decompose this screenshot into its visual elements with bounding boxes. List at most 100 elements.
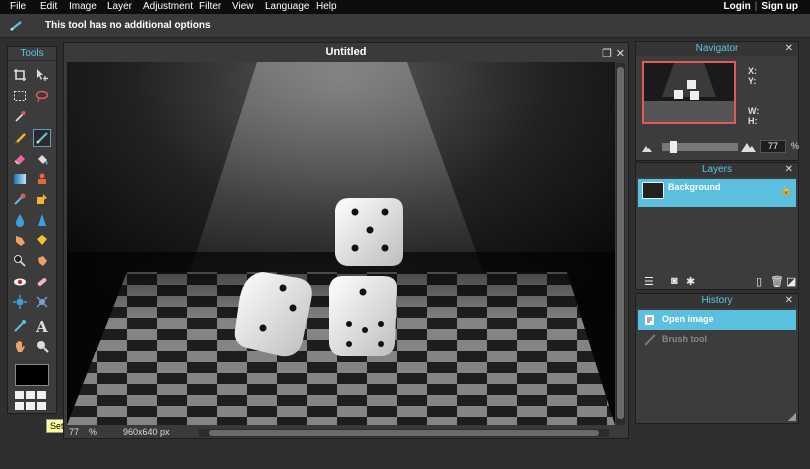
document-titlebar: Untitled ❐ ✕ [64, 43, 628, 61]
document-title: Untitled [325, 46, 367, 58]
layer-properties-icon[interactable]: ☰ [644, 275, 654, 288]
image-dimensions: 960x640 px [123, 427, 170, 437]
navigator-panel: Navigator ✕ X: Y: W: H: 77 % [635, 41, 799, 161]
color-picker-tool[interactable] [11, 317, 29, 335]
menu-edit[interactable]: Edit [40, 1, 57, 12]
dodge-tool[interactable] [11, 252, 29, 270]
menu-adjustment[interactable]: Adjustment [143, 1, 193, 12]
blur-tool[interactable] [11, 211, 29, 229]
clone-stamp-icon [38, 173, 46, 184]
x-label: X: [748, 66, 757, 76]
zoom-value[interactable]: 77 [69, 427, 79, 437]
layer-thumbnail [642, 182, 664, 199]
close-window-icon[interactable]: ✕ [616, 45, 625, 63]
history-item-open-image[interactable]: Open image [638, 310, 796, 330]
layer-effects-icon[interactable]: ✱ [686, 275, 695, 288]
move-tool[interactable] [33, 66, 51, 84]
layers-menu-icon[interactable]: ◪ [786, 275, 796, 288]
zoom-in-mountain-icon[interactable] [741, 141, 756, 152]
color-replace-icon [14, 193, 26, 205]
magic-wand-icon [15, 111, 26, 122]
y-label: Y: [748, 76, 757, 86]
zoom-icon [37, 341, 49, 353]
eraser-tool[interactable] [11, 150, 29, 168]
menu-filter[interactable]: Filter [199, 1, 221, 12]
navigator-zoom-input[interactable]: 77 [760, 140, 786, 153]
main-color-swatch[interactable] [15, 364, 49, 386]
magic-wand-tool[interactable] [11, 107, 29, 125]
blur-icon [16, 214, 24, 227]
pencil-tool[interactable] [11, 130, 29, 148]
crop-tool[interactable] [11, 66, 29, 84]
red-eye-tool[interactable] [11, 273, 29, 291]
delete-layer-icon[interactable]: 🗑 [770, 275, 784, 288]
burn-tool[interactable] [33, 252, 51, 270]
layers-title-text: Layers [701, 164, 732, 175]
smudge-tool[interactable] [11, 231, 29, 249]
layer-mask-icon[interactable]: ◙ [671, 275, 678, 287]
burn-icon [38, 256, 47, 266]
navigator-zoom-unit: % [791, 141, 800, 151]
menu-layer[interactable]: Layer [107, 1, 132, 12]
login-link[interactable]: Login [724, 1, 751, 12]
color-replace-tool[interactable] [11, 190, 29, 208]
history-item-brush-tool[interactable]: Brush tool [638, 330, 796, 350]
type-tool[interactable]: A [33, 317, 51, 335]
menu-image[interactable]: Image [69, 1, 97, 12]
signup-link[interactable]: Sign up [761, 1, 798, 12]
zoom-unit: % [89, 427, 98, 437]
brush-icon [644, 334, 656, 346]
draw-tool[interactable] [33, 190, 51, 208]
history-item-label: Brush tool [662, 334, 707, 344]
lasso-tool[interactable] [33, 87, 51, 105]
resize-grip[interactable] [788, 413, 796, 421]
bloat-tool[interactable] [11, 293, 29, 311]
clone-stamp-tool[interactable] [33, 170, 51, 188]
vertical-scroll-thumb[interactable] [617, 67, 624, 419]
layer-row[interactable]: Background 🔒 [638, 179, 796, 207]
zoom-tool[interactable] [33, 337, 51, 355]
pinch-tool[interactable] [33, 293, 51, 311]
close-icon[interactable]: ✕ [785, 294, 793, 308]
brush-tool[interactable] [33, 129, 51, 147]
menu-file[interactable]: File [10, 1, 26, 12]
document-window: Untitled ❐ ✕ 77 % 960x640 px [63, 42, 629, 439]
sharpen-tool[interactable] [33, 211, 51, 229]
menu-help[interactable]: Help [316, 1, 337, 12]
horizontal-scroll-thumb[interactable] [209, 430, 599, 436]
zoom-slider-knob[interactable] [670, 141, 677, 153]
paint-bucket-tool[interactable] [33, 150, 51, 168]
eraser-icon [14, 155, 25, 165]
document-statusbar: 77 % 960x640 px [64, 427, 628, 439]
marquee-tool[interactable] [11, 87, 29, 105]
history-title: History ✕ [636, 294, 798, 308]
vertical-scrollbar[interactable] [616, 63, 625, 425]
menu-view[interactable]: View [232, 1, 254, 12]
h-label: H: [748, 116, 758, 126]
menu-language[interactable]: Language [265, 1, 310, 12]
close-icon[interactable]: ✕ [785, 42, 793, 56]
options-bar: This tool has no additional options [0, 14, 810, 38]
palette-grid-icon[interactable] [15, 391, 49, 411]
brush-icon [10, 21, 22, 31]
restore-window-icon[interactable]: ❐ [602, 45, 612, 63]
new-layer-icon[interactable]: ▯ [756, 275, 762, 288]
lasso-icon [35, 90, 49, 103]
navigator-thumbnail [644, 63, 734, 122]
gradient-tool[interactable] [11, 170, 29, 188]
zoom-slider[interactable] [662, 141, 738, 153]
close-icon[interactable]: ✕ [785, 163, 793, 177]
spot-heal-tool[interactable] [33, 273, 51, 291]
crop-icon [14, 69, 26, 81]
navigator-preview[interactable] [642, 61, 736, 124]
zoom-out-mountain-icon[interactable] [642, 144, 652, 152]
image-canvas[interactable] [67, 62, 615, 425]
color-picker-icon [14, 320, 26, 332]
hand-tool[interactable] [11, 337, 29, 355]
sponge-tool[interactable] [33, 231, 51, 249]
type-icon: A [35, 319, 48, 333]
horizontal-scrollbar[interactable] [199, 429, 609, 437]
sponge-icon [37, 235, 47, 245]
w-label: W: [748, 106, 760, 116]
pinch-icon [36, 296, 48, 308]
